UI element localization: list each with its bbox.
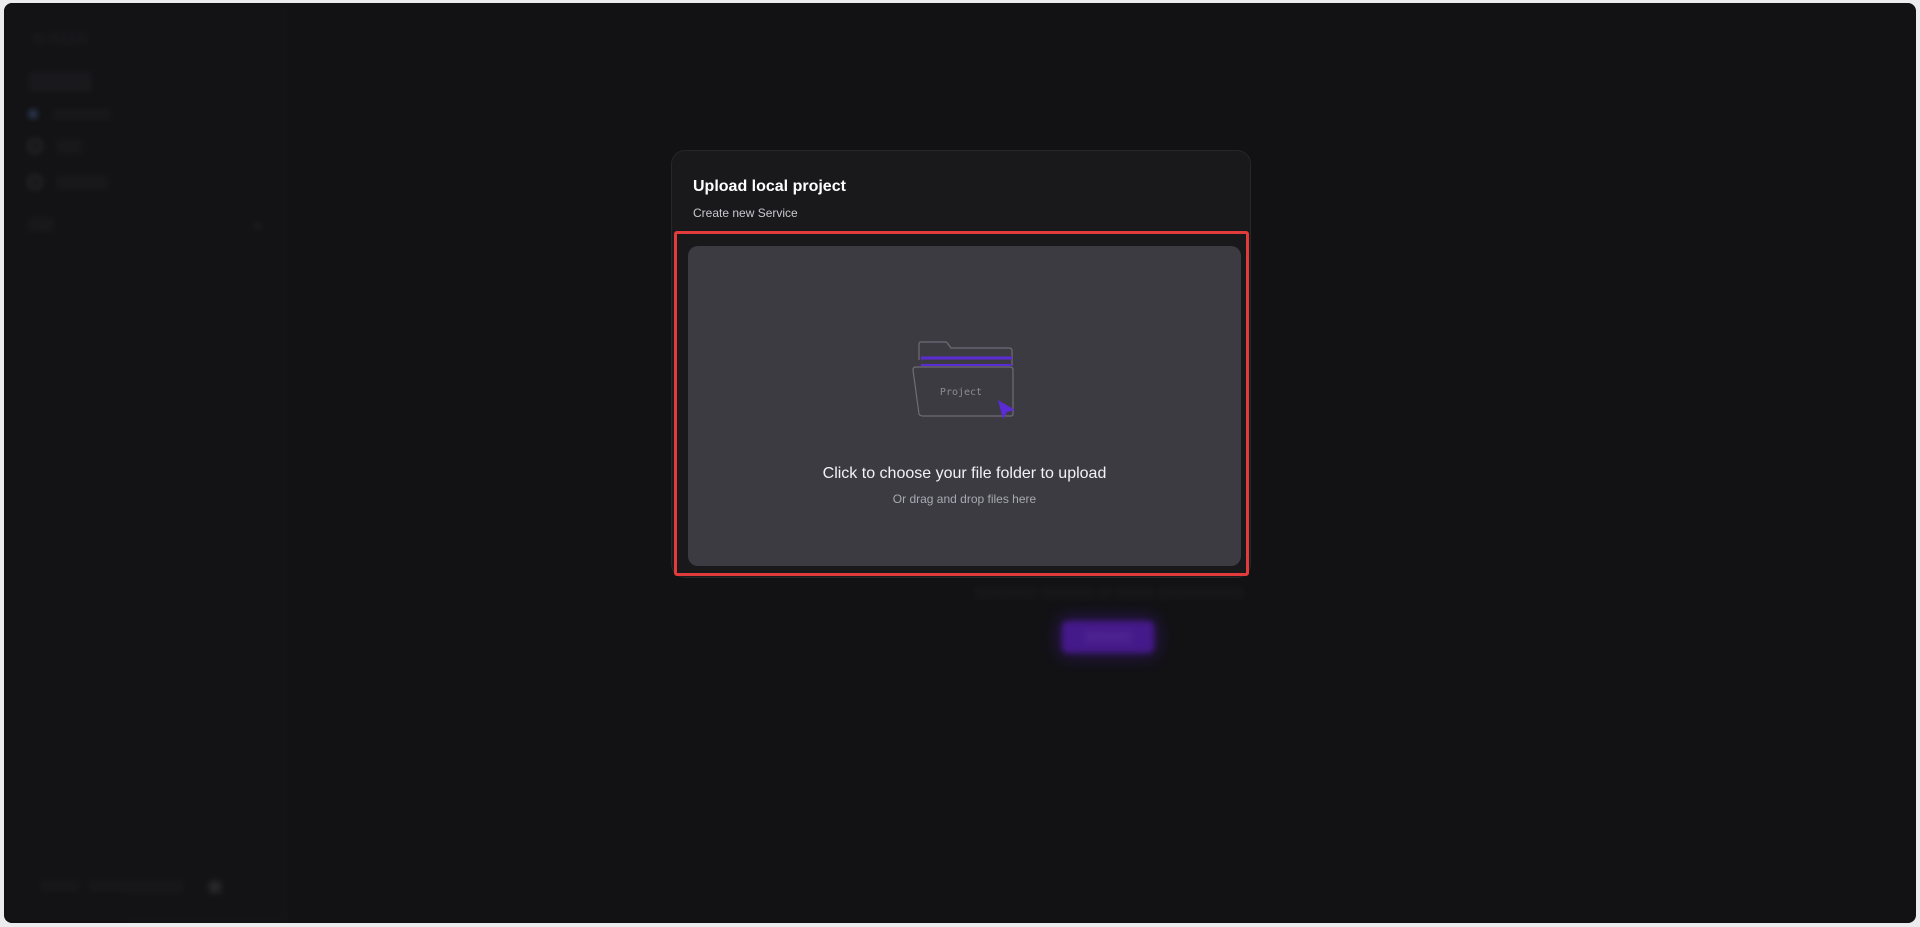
sidebar-item[interactable]: ░░░░░░░ xyxy=(28,107,112,121)
sidebar: ▢ ░░░░░ ░░░░░ ░░░░░░░ ░░░ ░░░░░░ ░░░ + ░… xyxy=(4,3,287,923)
sidebar-item[interactable]: ░░░░░░ xyxy=(28,175,107,189)
settings-icon[interactable] xyxy=(208,881,221,893)
sidebar-heading: ░░░░░ xyxy=(28,71,92,91)
add-icon[interactable]: + xyxy=(254,219,261,233)
sidebar-logo: ▢ ░░░░░ xyxy=(32,31,90,45)
circle-icon xyxy=(28,175,42,189)
sidebar-footer: ░░░░░ ░░░░░░░░░░░░ xyxy=(40,881,221,893)
app-window: ▢ ░░░░░ ░░░░░ ░░░░░░░ ░░░ ░░░░░░ ░░░ + ░… xyxy=(4,3,1916,923)
modal-title: Upload local project xyxy=(693,178,846,195)
sidebar-item[interactable]: ░░░ xyxy=(28,139,82,153)
background-button: ░░░░░░ xyxy=(1062,621,1154,653)
file-dropzone[interactable]: Project Click to choose your file folder… xyxy=(688,246,1241,566)
dropzone-secondary-text: Or drag and drop files here xyxy=(892,492,1037,506)
status-dot-icon xyxy=(28,109,38,119)
dropzone-primary-text: Click to choose your file folder to uplo… xyxy=(822,465,1107,482)
folder-upload-icon: Project xyxy=(912,341,1015,419)
folder-label: Project xyxy=(940,387,982,398)
sidebar-section[interactable]: ░░░ xyxy=(28,217,54,231)
modal-subtitle: Create new Service xyxy=(693,206,798,220)
background-hint-text: ░░░░░░░░ ░░░░░░░ ░░ ░░░░░ ░░░░░░░░░░░ xyxy=(974,587,1244,599)
circle-icon xyxy=(28,139,42,153)
